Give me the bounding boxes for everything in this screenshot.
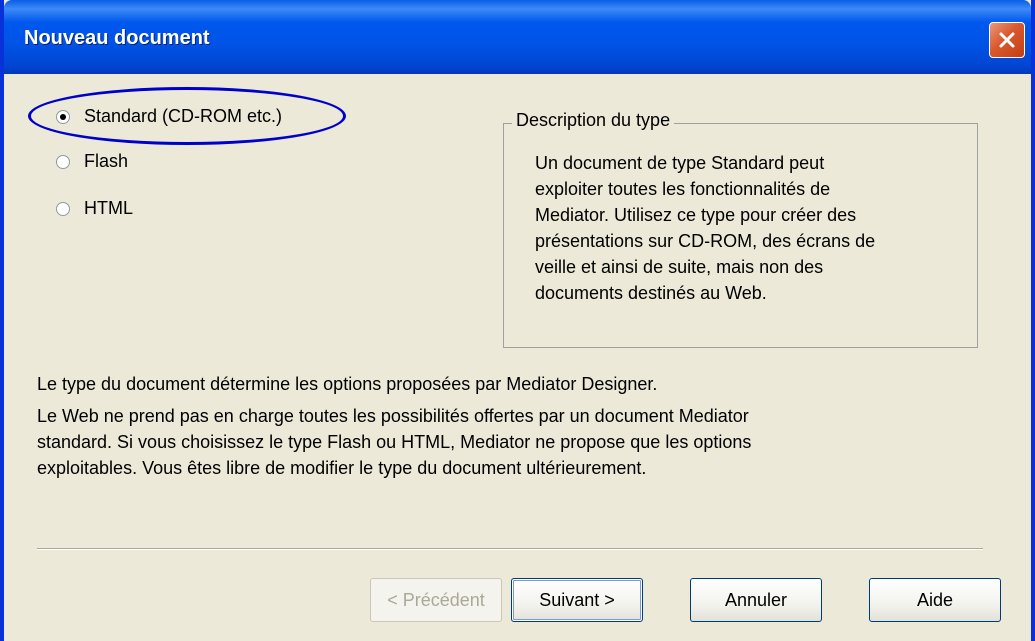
title-bar[interactable]: Nouveau document [4, 0, 1031, 74]
radio-standard[interactable]: Standard (CD-ROM etc.) [56, 106, 282, 127]
help-button[interactable]: Aide [869, 578, 1001, 622]
description-line: veille et ainsi de suite, mais non des [535, 257, 824, 277]
description-line: Un document de type Standard peut [535, 153, 825, 173]
info-line: standard. Si vous choisissez le type Fla… [37, 432, 752, 452]
description-line: présentations sur CD-ROM, des écrans de [535, 231, 876, 251]
separator [37, 548, 983, 550]
info-line: Le Web ne prend pas en charge toutes les… [37, 406, 749, 426]
close-button[interactable] [989, 22, 1025, 58]
radio-label: Flash [84, 151, 129, 171]
radio-html[interactable]: HTML [56, 198, 133, 219]
description-line: documents destinés au Web. [535, 283, 767, 303]
info-line: exploitables. Vous êtes libre de modifie… [37, 458, 647, 478]
info-text-1: Le type du document détermine les option… [37, 374, 658, 394]
close-icon [999, 32, 1015, 48]
group-legend: Description du type [512, 110, 675, 131]
radio-label: HTML [84, 198, 133, 218]
next-button[interactable]: Suivant > [511, 578, 643, 622]
radio-button[interactable] [56, 154, 70, 169]
info-text-2: Le Web ne prend pas en charge toutes les… [37, 403, 937, 481]
radio-button[interactable] [56, 201, 70, 216]
window-title: Nouveau document [24, 27, 210, 49]
radio-label: Standard (CD-ROM etc.) [84, 106, 283, 126]
description-line: Mediator. Utilisez ce type pour créer de… [535, 205, 857, 225]
type-description: Un document de type Standard peut exploi… [535, 150, 955, 306]
description-line: exploiter toutes les fonctionnalités de [535, 179, 831, 199]
radio-flash[interactable]: Flash [56, 151, 128, 172]
radio-button[interactable] [56, 109, 70, 124]
cancel-button[interactable]: Annuler [690, 578, 822, 622]
previous-button[interactable]: < Précédent [370, 578, 502, 622]
